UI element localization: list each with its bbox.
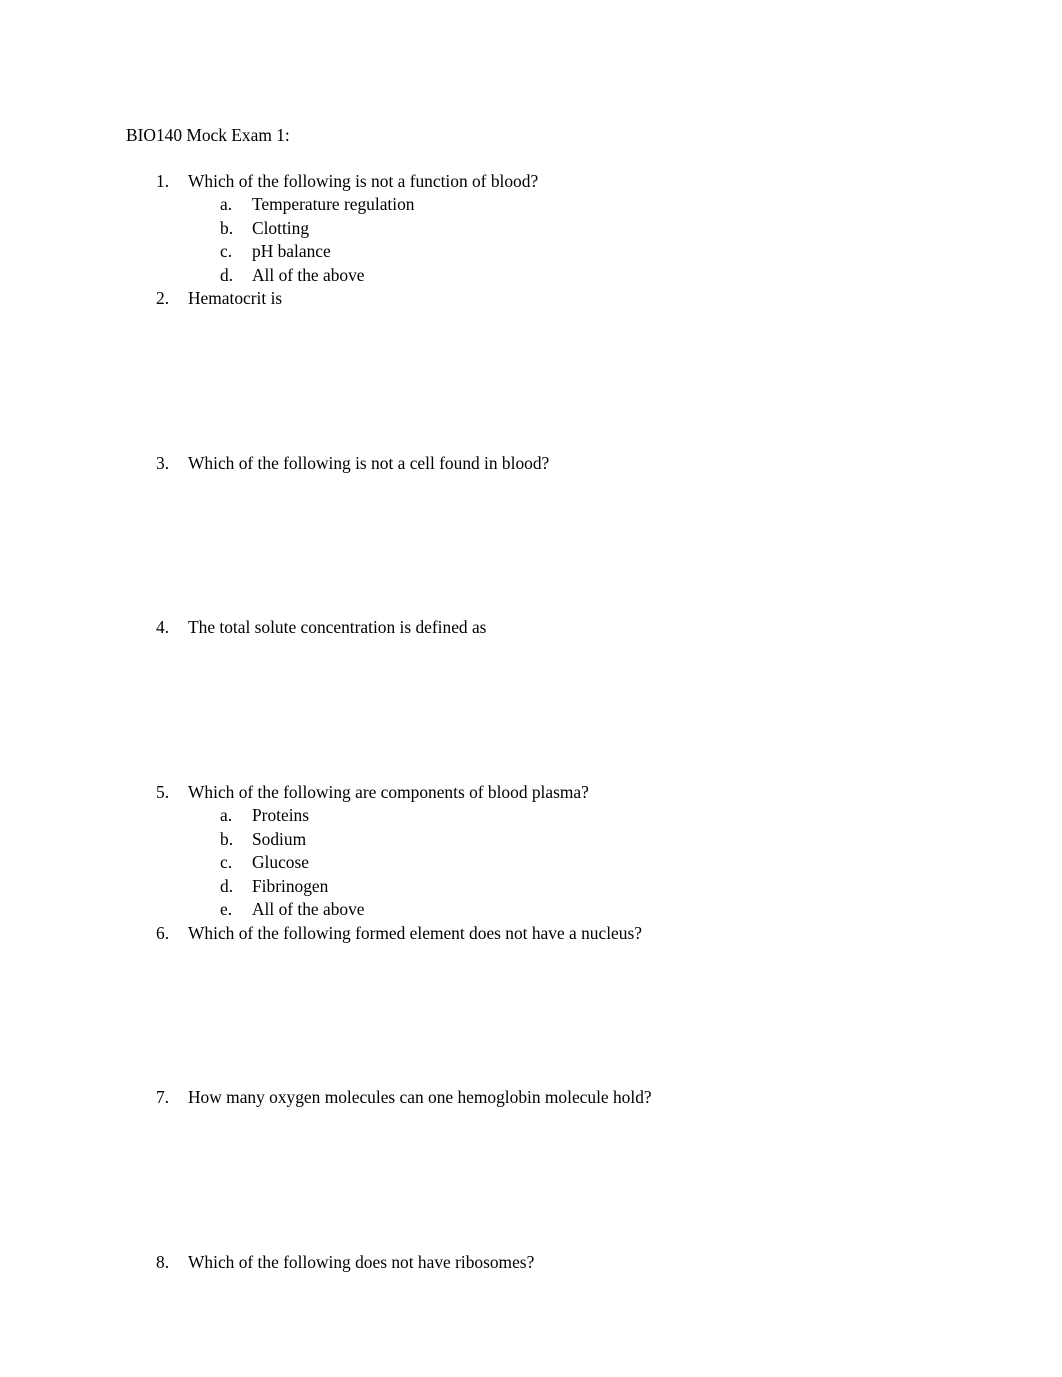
option-item: c. Glucose	[188, 851, 1062, 875]
document-body: BIO140 Mock Exam 1: 1. Which of the follo…	[0, 0, 1062, 1274]
question-item: 7. How many oxygen molecules can one hemo…	[0, 1086, 1062, 1251]
question-text: Hematocrit is	[188, 288, 283, 308]
question-number: 6.	[156, 922, 170, 943]
option-letter: e.	[220, 899, 233, 919]
answer-space	[188, 475, 1062, 616]
option-item: a. Temperature regulation	[188, 193, 1062, 217]
question-number: 4.	[156, 617, 170, 637]
option-item: a. Proteins	[188, 804, 1062, 828]
question-text: How many oxygen molecules can one hemogl…	[188, 1087, 652, 1107]
question-text: Which of the following is not a function…	[188, 170, 539, 191]
option-text: Clotting	[252, 217, 310, 238]
question-number: 3.	[156, 452, 170, 473]
question-item: 1. Which of the following is not a functi…	[0, 170, 1062, 288]
option-letter: c.	[220, 241, 233, 261]
question-number: 5.	[156, 781, 170, 802]
question-text: Which of the following is not a cell fou…	[188, 452, 550, 473]
question-item: 6. Which of the following formed element …	[0, 922, 1062, 1087]
question-text: Which of the following formed element do…	[188, 922, 642, 943]
option-text: All of the above	[252, 899, 365, 919]
document-page: BIO140 Mock Exam 1: 1. Which of the follo…	[0, 0, 1062, 1377]
option-text: Proteins	[252, 805, 310, 825]
question-item: 4. The total solute concentration is defi…	[0, 616, 1062, 781]
question-text: Which of the following does not have rib…	[188, 1251, 535, 1272]
question-number: 7.	[156, 1087, 170, 1107]
option-text: Temperature regulation	[252, 194, 415, 214]
option-letter: a.	[220, 194, 233, 214]
answer-space	[188, 640, 1062, 781]
question-item: 5. Which of the following are components …	[0, 781, 1062, 922]
option-letter: d.	[220, 875, 234, 896]
question-number: 2.	[156, 288, 170, 308]
option-item: b. Sodium	[188, 828, 1062, 852]
question-number: 1.	[156, 170, 170, 191]
option-letter: c.	[220, 852, 233, 872]
option-text: Fibrinogen	[252, 875, 329, 896]
option-item: b. Clotting	[188, 217, 1062, 241]
option-letter: d.	[220, 264, 234, 285]
option-text: Sodium	[252, 828, 307, 849]
question-item: 2. Hematocrit is	[0, 287, 1062, 452]
answer-space	[188, 1110, 1062, 1251]
answer-space	[188, 311, 1062, 452]
question-item: 8. Which of the following does not have r…	[0, 1251, 1062, 1275]
option-item: d. All of the above	[188, 264, 1062, 288]
option-text: All of the above	[252, 264, 365, 285]
option-item: d. Fibrinogen	[188, 875, 1062, 899]
option-item: e. All of the above	[188, 898, 1062, 922]
answer-space	[188, 945, 1062, 1086]
option-text: pH balance	[252, 241, 331, 261]
question-item: 3. Which of the following is not a cell f…	[0, 452, 1062, 617]
question-number: 8.	[156, 1251, 170, 1272]
question-list: 1. Which of the following is not a functi…	[0, 170, 1062, 1275]
question-text: Which of the following are components of…	[188, 781, 589, 802]
option-list: a. Temperature regulation b. Clotting c. pH b…	[188, 193, 1062, 287]
option-item: c. pH balance	[188, 240, 1062, 264]
option-text: Glucose	[252, 852, 309, 872]
title-spacer	[0, 148, 1062, 170]
option-letter: b.	[220, 828, 234, 849]
option-letter: b.	[220, 217, 234, 238]
page-title: BIO140 Mock Exam 1:	[126, 125, 290, 145]
option-list: a. Proteins b. Sodium c. Glucose d. Fibrinogen e…	[188, 804, 1062, 922]
option-letter: a.	[220, 805, 233, 825]
question-text: The total solute concentration is define…	[188, 617, 487, 637]
